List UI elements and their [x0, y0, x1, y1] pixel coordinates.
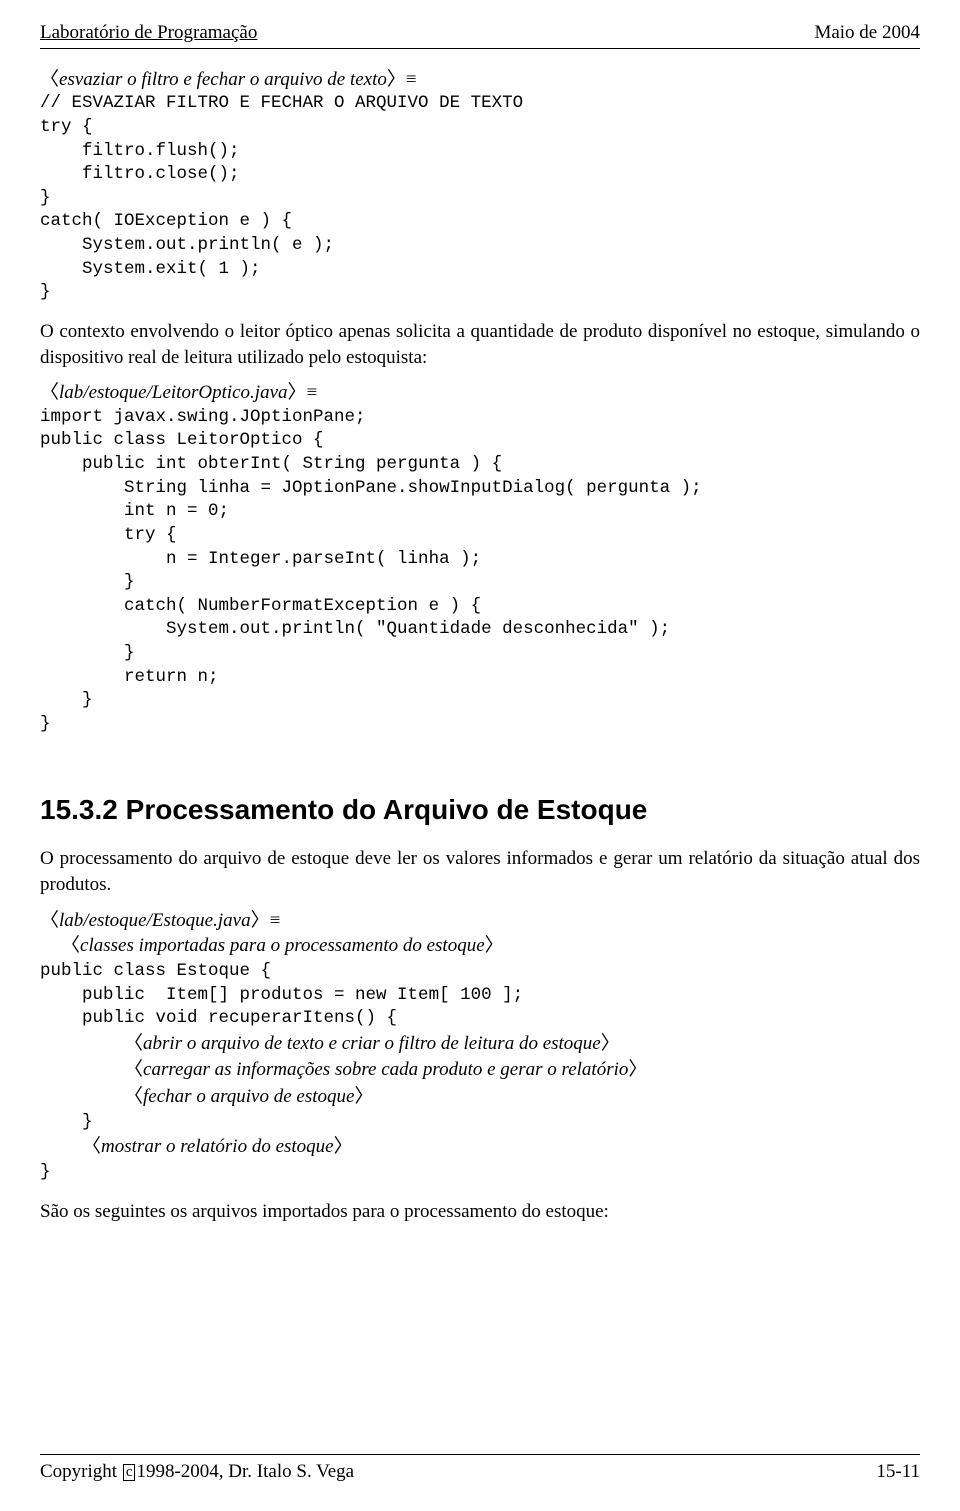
header-left: Laboratório de Programação	[40, 20, 257, 46]
chunk-label-line: 〈esvaziar o filtro e fechar o arquivo de…	[40, 67, 920, 93]
code-line: }	[40, 1111, 920, 1135]
code-line: public Item[] produtos = new Item[ 100 ]…	[40, 984, 920, 1008]
chunk-estoque-java: 〈lab/estoque/Estoque.java〉≡ 〈classes imp…	[40, 908, 920, 1185]
code-line: }	[40, 1161, 920, 1185]
chunk-ref-line: 〈fechar o arquivo de estoque〉	[40, 1084, 920, 1111]
chunk-label-line: 〈lab/estoque/LeitorOptico.java〉≡	[40, 380, 920, 406]
header-right: Maio de 2004	[814, 20, 920, 46]
chunk-ref-line: 〈classes importadas para o processamento…	[40, 933, 920, 960]
paragraph-2: O processamento do arquivo de estoque de…	[40, 846, 920, 897]
paragraph-1: O contexto envolvendo o leitor óptico ap…	[40, 319, 920, 370]
copyright-c-icon: c	[123, 1464, 136, 1481]
code-block-1: // ESVAZIAR FILTRO E FECHAR O ARQUIVO DE…	[40, 92, 920, 305]
section-heading: 15.3.2 Processamento do Arquivo de Estoq…	[40, 791, 920, 829]
code-line: public class Estoque {	[40, 960, 920, 984]
section-title: Processamento do Arquivo de Estoque	[126, 794, 648, 825]
chunk-ref-line: 〈abrir o arquivo de texto e criar o filt…	[40, 1031, 920, 1058]
page-number: 15-11	[876, 1459, 920, 1485]
code-line: public void recuperarItens() {	[40, 1007, 920, 1031]
chunk-ref-line: 〈mostrar o relatório do estoque〉	[40, 1134, 920, 1161]
chunk-esvaziar-filtro: 〈esvaziar o filtro e fechar o arquivo de…	[40, 67, 920, 305]
copyright: Copyright c1998-2004, Dr. Italo S. Vega	[40, 1459, 354, 1485]
page-header: Laboratório de Programação Maio de 2004	[40, 20, 920, 49]
page-footer: Copyright c1998-2004, Dr. Italo S. Vega …	[40, 1454, 920, 1485]
section-number: 15.3.2	[40, 794, 118, 825]
code-block-2: import javax.swing.JOptionPane; public c…	[40, 406, 920, 737]
chunk-label-line: 〈lab/estoque/Estoque.java〉≡	[40, 908, 920, 934]
paragraph-3: São os seguintes os arquivos importados …	[40, 1199, 920, 1225]
chunk-ref-line: 〈carregar as informações sobre cada prod…	[40, 1057, 920, 1084]
chunk-leitor-optico: 〈lab/estoque/LeitorOptico.java〉≡ import …	[40, 380, 920, 736]
